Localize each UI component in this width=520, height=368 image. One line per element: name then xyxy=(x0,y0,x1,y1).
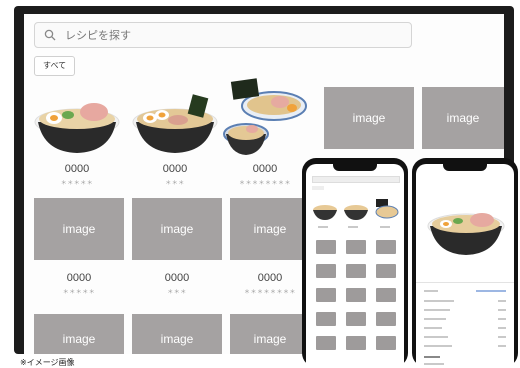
rating-stars: ＊＊＊＊＊ xyxy=(60,180,94,187)
mini-text-line xyxy=(498,318,506,320)
card-value: 0000 xyxy=(64,163,90,175)
mini-text-line xyxy=(424,327,442,329)
image-placeholder[interactable]: image xyxy=(230,314,310,354)
mini-image-tile xyxy=(376,240,396,254)
mini-heading-line xyxy=(424,356,440,358)
mini-search-bar xyxy=(312,176,400,183)
card-value: 0000 xyxy=(164,272,190,284)
image-placeholder[interactable]: image xyxy=(230,198,310,260)
mini-ramen-images xyxy=(313,199,399,220)
search-input[interactable] xyxy=(63,27,397,43)
mini-image-tile xyxy=(316,240,336,254)
card-value: 0000 xyxy=(257,272,283,284)
mini-image-tile xyxy=(346,312,366,326)
mini-text-line xyxy=(424,345,452,347)
phone-notch xyxy=(443,164,487,171)
mini-text-line xyxy=(498,300,506,302)
mini-text-line xyxy=(498,345,506,347)
mini-image-tile xyxy=(346,336,366,350)
mini-text-line xyxy=(424,309,450,311)
mini-image-tile xyxy=(316,336,336,350)
rating-stars: ＊＊＊ xyxy=(167,289,187,296)
card-value: 0000 xyxy=(162,163,188,175)
phone-notch xyxy=(333,164,377,171)
filter-chip-all[interactable]: すべて xyxy=(34,56,76,76)
mini-image-tile xyxy=(376,336,396,350)
phone-mockup-detail xyxy=(412,158,518,367)
image-placeholder[interactable]: image xyxy=(34,314,124,354)
image-placeholder[interactable]: image xyxy=(34,198,124,260)
mini-image-tile xyxy=(346,288,366,302)
card-value: 0000 xyxy=(252,163,278,175)
image-placeholder[interactable]: image xyxy=(324,87,414,149)
image-placeholder[interactable]: image xyxy=(422,87,504,149)
ramen-image-1[interactable] xyxy=(34,86,120,158)
image-placeholder[interactable]: image xyxy=(132,198,222,260)
search-bar[interactable] xyxy=(34,22,412,48)
card-value: 0000 xyxy=(66,272,92,284)
search-icon xyxy=(41,26,59,44)
phone-detail-screen xyxy=(416,164,514,367)
image-caption: ※イメージ画像 xyxy=(20,358,75,367)
mini-image-tile xyxy=(316,264,336,278)
rating-stars: ＊＊＊＊＊＊＊＊ xyxy=(243,289,296,296)
mini-image-tile xyxy=(316,288,336,302)
mini-text-line xyxy=(498,327,506,329)
mini-image-tile xyxy=(376,312,396,326)
rating-stars: ＊＊＊＊＊＊＊＊ xyxy=(238,180,291,187)
mini-text-line xyxy=(348,226,358,228)
mini-ramen-detail-image xyxy=(427,213,505,255)
ramen-image-2[interactable] xyxy=(132,86,218,158)
mini-text-line xyxy=(498,336,506,338)
divider xyxy=(416,282,514,283)
rating-stars: ＊＊＊＊＊ xyxy=(62,289,96,296)
phone-list-screen xyxy=(306,164,404,367)
phone-mockup-list xyxy=(302,158,408,367)
mini-image-tile xyxy=(376,264,396,278)
mini-image-tile xyxy=(346,264,366,278)
mini-text-line xyxy=(318,226,328,228)
ramen-image-3[interactable] xyxy=(222,76,308,158)
mini-text-line xyxy=(380,226,390,228)
rating-stars: ＊＊＊ xyxy=(165,180,185,187)
mini-text-line xyxy=(424,318,446,320)
mini-image-tile xyxy=(316,312,336,326)
mini-image-tile xyxy=(346,240,366,254)
mini-text-line xyxy=(424,300,454,302)
mini-text-line xyxy=(498,309,506,311)
mini-filter-chip xyxy=(312,186,324,190)
image-placeholder[interactable]: image xyxy=(132,314,222,354)
mini-text-line xyxy=(424,336,448,338)
mini-link-line xyxy=(476,290,506,292)
mini-text-line xyxy=(424,290,438,292)
mini-text-line xyxy=(424,363,444,365)
mini-image-tile xyxy=(376,288,396,302)
